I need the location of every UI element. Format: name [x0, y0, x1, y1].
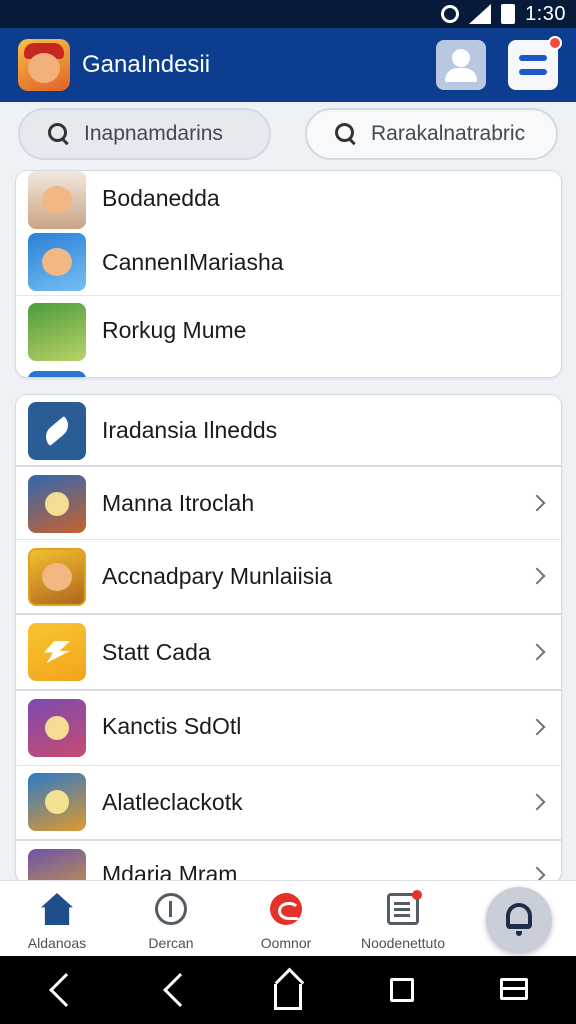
news-icon: [387, 890, 422, 925]
lightning-bolt-icon: [28, 623, 86, 681]
list-item[interactable]: Rorkug Mume: [16, 299, 561, 363]
home-icon: [41, 893, 73, 925]
app-title: GanaIndesii: [82, 51, 211, 78]
home-button[interactable]: [274, 978, 302, 1010]
notification-badge: [548, 36, 562, 50]
back-alt-button[interactable]: [160, 973, 197, 1007]
battery-icon: [501, 4, 516, 24]
home-outline-icon: [274, 984, 302, 1010]
status-time: 1:30: [525, 2, 566, 25]
list-item-label: CannenIMariasha: [102, 249, 284, 275]
status-bar: 1:30: [0, 0, 576, 28]
feather-icon: [28, 402, 86, 460]
list-item[interactable]: Manna Itroclah: [16, 467, 561, 539]
arcade-icon: [28, 849, 86, 883]
search-icon: [335, 123, 357, 145]
list-item-label: Manna Itroclah: [102, 490, 255, 516]
recents-button[interactable]: [500, 978, 528, 1006]
back-button[interactable]: [46, 973, 83, 1007]
list-item[interactable]: Alatleclackotk: [16, 767, 561, 841]
chevron-right-icon: [528, 494, 546, 512]
menu-icon: [519, 55, 547, 75]
list-item[interactable]: Bodanedda: [16, 171, 561, 229]
menu-button[interactable]: [508, 36, 562, 90]
search-icon: [48, 123, 70, 145]
notifications-button[interactable]: [486, 887, 552, 953]
signal-icon: [469, 4, 492, 24]
castle-battle-icon: [28, 699, 86, 757]
featured-list: Bodanedda CannenIMariasha Rorkug Mume: [15, 170, 562, 378]
list-item-label: Rorkug Mume: [102, 317, 247, 343]
notification-badge: [412, 890, 422, 900]
chevron-right-icon: [528, 793, 546, 811]
nav-label: Dercan: [148, 935, 194, 951]
chevron-right-icon: [528, 643, 546, 661]
profile-button[interactable]: [436, 40, 486, 90]
list-item-label: Bodanedda: [102, 185, 220, 211]
sunburst-icon: [28, 773, 86, 831]
chevron-right-icon: [528, 567, 546, 585]
system-navigation-bar: [0, 956, 576, 1024]
list-item[interactable]: Kanctis SdOtl: [16, 691, 561, 765]
search-input-left[interactable]: Inapnamdarins: [18, 108, 271, 160]
back-icon: [49, 973, 83, 1007]
list-item[interactable]: CannenIMariasha: [16, 231, 561, 295]
search-row: Inapnamdarins Rarakalnatrabric: [0, 108, 576, 164]
search-input-right[interactable]: Rarakalnatrabric: [305, 108, 558, 160]
warrior-icon: [28, 475, 86, 533]
app-logo[interactable]: [18, 39, 70, 91]
character-cap-icon: [28, 233, 86, 291]
wifi-icon: [441, 5, 460, 23]
square-icon: [390, 978, 414, 1002]
list-item[interactable]: Accnadpary Munlaiisia: [16, 541, 561, 613]
user-avatar-icon: [452, 49, 470, 67]
bell-icon: [506, 903, 532, 936]
red-circle-icon: [270, 893, 302, 925]
nav-label: Aldanoas: [27, 935, 87, 951]
list-item-label: Iradansia Ilnedds: [102, 417, 278, 443]
list-item-label: Statt Cada: [102, 639, 211, 665]
back-triangle-icon: [163, 973, 197, 1007]
list-item[interactable]: Statt Cada: [16, 615, 561, 689]
recents-icon: [500, 978, 528, 1000]
list-item-label: Kanctis SdOtl: [102, 713, 242, 739]
treasure-character-icon: [28, 548, 86, 606]
bottom-navigation: Aldanoas Dercan Oomnor Noodenettuto: [0, 880, 576, 956]
search-placeholder-left: Inapnamdarins: [84, 122, 223, 145]
list-item-label: Alatleclackotk: [102, 789, 243, 815]
list-item[interactable]: Iradansia Ilnedds: [16, 395, 561, 465]
nav-label: Oomnor: [260, 935, 312, 951]
shield-icon: [155, 893, 187, 925]
app-bar: GanaIndesii: [0, 28, 576, 102]
main-list: Iradansia Ilnedds Manna Itroclah Accnadp…: [15, 394, 562, 884]
character-face-icon: [28, 171, 86, 229]
list-item[interactable]: Mdaria Mram: [16, 841, 561, 883]
list-item-label: Accnadpary Munlaiisia: [102, 563, 333, 589]
forest-scene-icon: [28, 303, 86, 361]
chevron-right-icon: [528, 718, 546, 736]
nav-label: Noodenettuto: [360, 935, 446, 951]
search-placeholder-right: Rarakalnatrabric: [371, 122, 526, 145]
overview-button[interactable]: [390, 978, 418, 1006]
